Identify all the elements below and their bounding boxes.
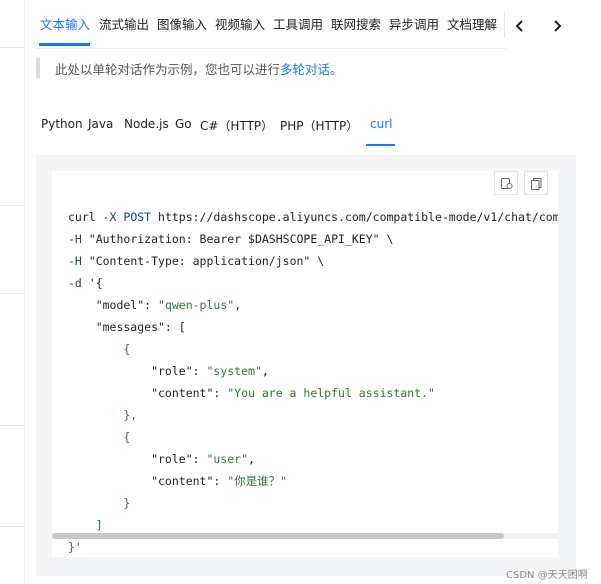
code-line: -H "Authorization: Bearer $DASHSCOPE_API… — [68, 228, 558, 250]
left-divider — [0, 47, 24, 48]
code-token: "role": — [68, 452, 207, 466]
language-tab-bar: Python Java Node.js Go C#（HTTP） PHP（HTTP… — [36, 108, 516, 148]
chevron-left-icon — [515, 20, 523, 32]
notice-accent-bar — [36, 58, 40, 78]
tab-scroll-right-button[interactable] — [546, 15, 568, 37]
code-token: "You are a helpful assistant." — [227, 386, 435, 400]
code-line: "content": "You are a helpful assistant.… — [68, 382, 558, 404]
left-divider — [0, 425, 24, 426]
active-tab-indicator — [39, 43, 90, 46]
scrollbar-thumb[interactable] — [52, 533, 504, 539]
code-token: "content": — [68, 386, 228, 400]
tab-go[interactable]: Go — [175, 117, 192, 131]
tab-php-http[interactable]: PHP（HTTP） — [280, 117, 358, 134]
code-token: '{ — [81, 276, 103, 290]
code-token: -H — [68, 254, 82, 268]
code-line: "role": "user", — [68, 448, 558, 470]
code-token: curl — [68, 210, 103, 224]
tab-streaming-output[interactable]: 流式输出 — [99, 17, 149, 33]
tab-video-input[interactable]: 视频输入 — [215, 17, 265, 33]
horizontal-scrollbar[interactable] — [52, 533, 558, 539]
code-token: , — [234, 298, 242, 312]
code-token: "你是谁？" — [227, 474, 288, 488]
multi-turn-link[interactable]: 多轮对话 — [280, 62, 330, 77]
notice-callout: 此处以单轮对话作为示例，您也可以进行多轮对话。 — [36, 56, 556, 80]
tab-document-understanding[interactable]: 文档理解 — [447, 17, 497, 33]
watermark: CSDN @天天困啊 — [506, 570, 588, 581]
copy-icon — [530, 177, 541, 190]
code-text: curl -X POST https://dashscope.aliyuncs.… — [68, 206, 558, 557]
code-token: }, — [68, 408, 138, 422]
code-line: -H "Content-Type: application/json" \ — [68, 250, 558, 272]
tab-text-input[interactable]: 文本输入 — [40, 17, 90, 33]
copy-button[interactable] — [524, 171, 548, 195]
tab-tool-calling[interactable]: 工具调用 — [273, 17, 323, 33]
notice-text: 此处以单轮对话作为示例，您也可以进行多轮对话。 — [55, 62, 343, 77]
run-button[interactable] — [494, 171, 518, 195]
tab-csharp-http[interactable]: C#（HTTP） — [200, 117, 273, 134]
code-line: } — [68, 492, 558, 514]
code-panel: curl -X POST https://dashscope.aliyuncs.… — [36, 155, 576, 576]
code-token: "messages": [ — [68, 320, 186, 334]
left-sidebar-stub — [0, 0, 25, 584]
code-token: "system" — [206, 364, 262, 378]
code-token: { — [68, 430, 131, 444]
code-token: } — [68, 496, 131, 510]
code-token: ] — [68, 518, 103, 532]
active-language-indicator — [366, 144, 395, 146]
code-token: "model": — [68, 298, 159, 312]
code-token: , — [248, 452, 255, 466]
code-line: { — [68, 426, 558, 448]
code-token: "user" — [206, 452, 249, 466]
tab-nodejs[interactable]: Node.js — [124, 117, 169, 131]
code-token: "Authorization: Bearer $DASHSCOPE_API_KE… — [81, 232, 394, 246]
code-block: curl -X POST https://dashscope.aliyuncs.… — [52, 171, 558, 557]
code-line: "model": "qwen-plus", — [68, 294, 558, 316]
code-line: curl -X POST https://dashscope.aliyuncs.… — [68, 206, 558, 228]
code-token: "role": — [68, 364, 207, 378]
code-token: "Content-Type: application/json" \ — [81, 254, 325, 268]
tab-image-input[interactable]: 图像输入 — [157, 17, 207, 33]
code-line: "role": "system", — [68, 360, 558, 382]
code-token: -H — [68, 232, 82, 246]
code-line: "messages": [ — [68, 316, 558, 338]
tab-python[interactable]: Python — [41, 117, 83, 131]
tab-scroll-divider — [504, 12, 505, 38]
code-token: -d — [68, 276, 82, 290]
code-line: -d '{ — [68, 272, 558, 294]
code-line: "content": "你是谁？" — [68, 470, 558, 492]
tab-java[interactable]: Java — [88, 117, 113, 131]
tab-scroll-left-button[interactable] — [509, 15, 531, 37]
code-line: }, — [68, 404, 558, 426]
tab-async-call[interactable]: 异步调用 — [389, 17, 439, 33]
left-divider — [0, 526, 24, 527]
code-token: , — [261, 364, 269, 378]
code-token: "qwen-plus" — [158, 298, 235, 312]
run-icon — [500, 177, 512, 189]
code-token: { — [68, 342, 131, 356]
chevron-right-icon — [554, 20, 562, 32]
code-token: -X POST — [102, 210, 152, 224]
code-token: }' — [68, 540, 82, 554]
tab-web-search[interactable]: 联网搜索 — [331, 17, 381, 33]
code-token: https://dashscope.aliyuncs.com/compatibl… — [151, 210, 558, 224]
code-toolbar — [494, 171, 548, 195]
code-line: { — [68, 338, 558, 360]
code-token: "content": — [68, 474, 228, 488]
feature-tab-bar: 文本输入 流式输出 图像输入 视频输入 工具调用 联网搜索 异步调用 文档理解 — [36, 0, 506, 49]
left-divider — [0, 205, 24, 206]
left-divider — [0, 293, 24, 294]
code-line: }' — [68, 536, 558, 557]
tab-curl[interactable]: curl — [370, 117, 392, 131]
